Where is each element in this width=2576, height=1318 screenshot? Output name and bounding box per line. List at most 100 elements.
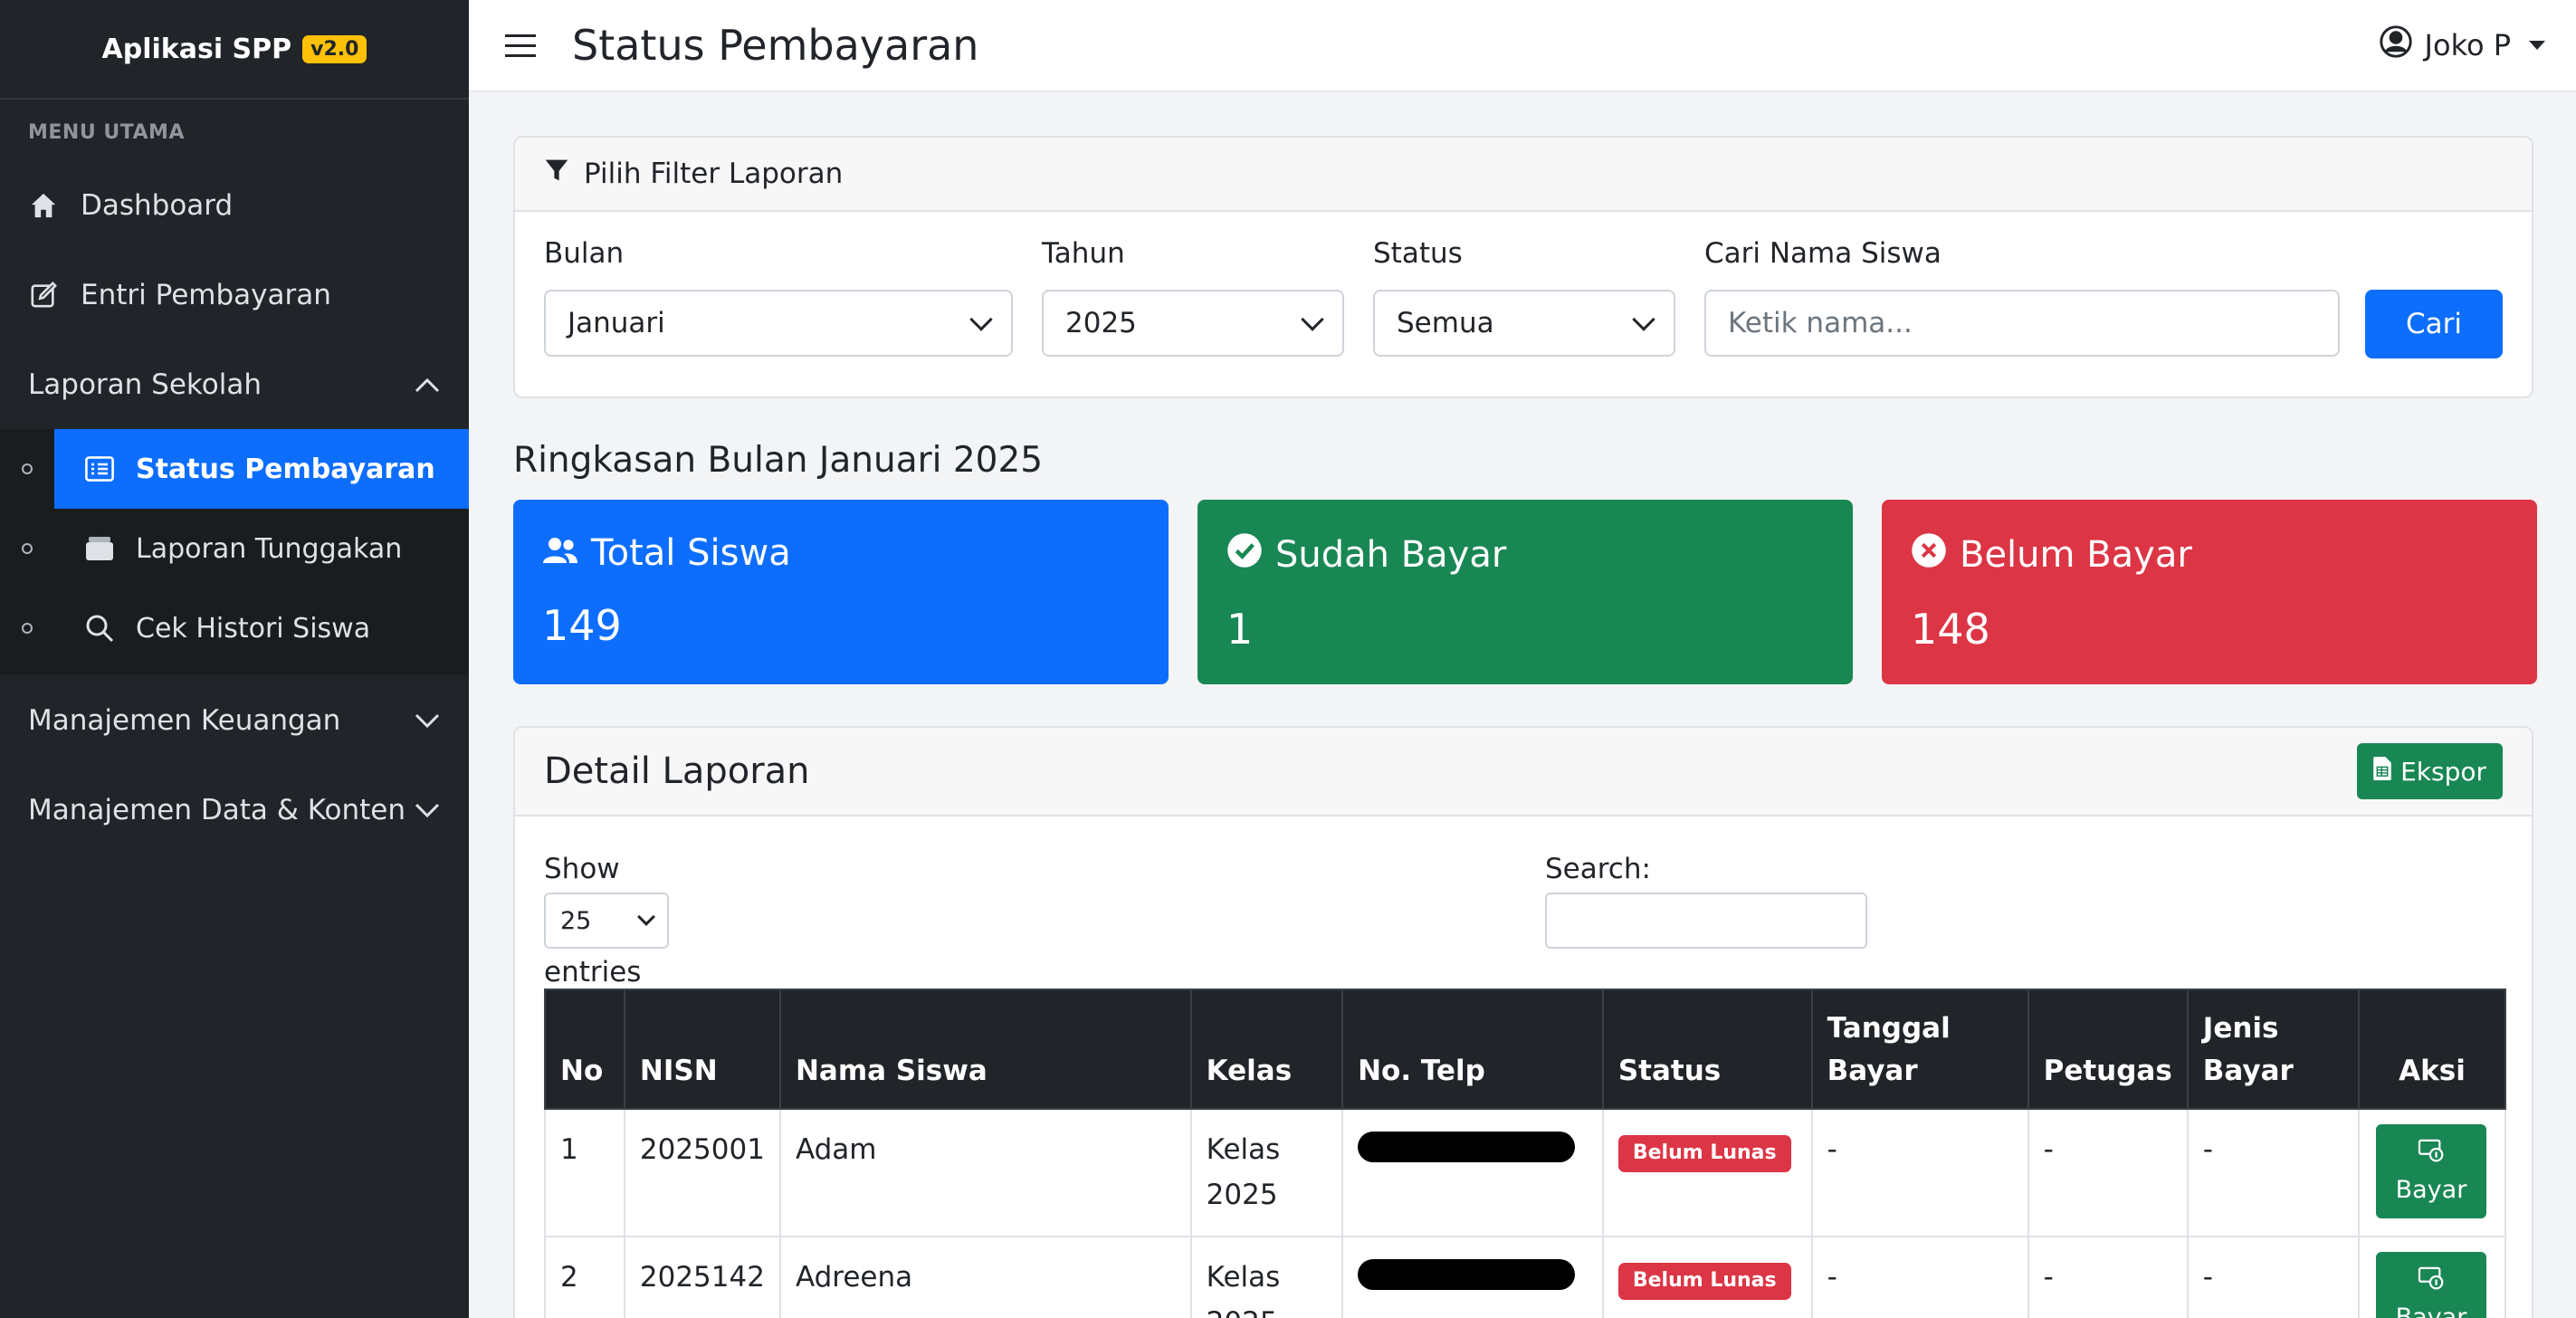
status-select[interactable]: Semua [1373, 290, 1675, 357]
ekspor-button[interactable]: Ekspor [2357, 743, 2503, 799]
version-badge: v2.0 [302, 34, 367, 63]
sidebar-item-label: Entri Pembayaran [81, 278, 331, 311]
edit-icon [28, 280, 59, 310]
column-header[interactable]: Jenis Bayar [2186, 988, 2360, 1110]
status-badge: Belum Lunas [1617, 1135, 1791, 1172]
cell-status: Belum Lunas [1601, 1107, 1813, 1238]
bullet-circle-icon [0, 463, 54, 474]
cell-petugas: - [2027, 1107, 2189, 1238]
column-header[interactable]: Petugas [2027, 988, 2189, 1110]
cari-button[interactable]: Cari [2365, 290, 2503, 358]
cell-aksi: Bayar [2357, 1107, 2507, 1238]
cell-jenis: - [2186, 1107, 2360, 1238]
stat-value: 149 [542, 601, 622, 650]
ekspor-label: Ekspor [2400, 756, 2486, 787]
filter-icon [544, 158, 569, 190]
sidebar-group-manajemen-keuangan[interactable]: Manajemen Keuangan [0, 675, 469, 765]
filter-status: Status Semua [1373, 237, 1675, 357]
column-header[interactable]: Nama Siswa [778, 988, 1192, 1110]
tahun-select[interactable]: 2025 [1042, 290, 1344, 357]
chevron-down-icon [969, 308, 993, 331]
sidebar-item-label: Laporan Tunggakan [136, 532, 403, 565]
search-label: Search: [1545, 853, 1651, 885]
chevron-up-icon [414, 368, 441, 401]
status-label: Status [1373, 237, 1463, 270]
sidebar-item-cek-histori-siswa[interactable]: Cek Histori Siswa [0, 588, 469, 668]
cell-jenis: - [2186, 1236, 2360, 1318]
users-icon [542, 532, 578, 574]
submenu-laporan: Status Pembayaran Laporan Tunggakan Cek … [0, 429, 469, 675]
filter-bulan: Bulan Januari [544, 237, 1013, 357]
caret-down-icon [2529, 41, 2545, 50]
cash-coin-icon [2418, 1139, 2445, 1169]
topbar: Status Pembayaran Joko P [469, 0, 2576, 92]
sidebar-group-label: Manajemen Keuangan [28, 703, 341, 737]
bayar-label: Bayar [2395, 1304, 2467, 1318]
sidebar-item-laporan-tunggakan[interactable]: Laporan Tunggakan [0, 509, 469, 588]
cell-tanggal: - [1810, 1107, 2029, 1238]
table-search-input[interactable] [1545, 893, 1867, 949]
cell-kelas: Kelas 2025 [1189, 1107, 1344, 1238]
detail-card: Detail Laporan Ekspor Show 25 entries Se… [513, 726, 2533, 1318]
cell-nama: Adreena [778, 1236, 1192, 1318]
filter-card-title: Pilih Filter Laporan [584, 158, 844, 190]
bullet-circle-icon [0, 543, 54, 554]
chevron-down-icon [1301, 308, 1324, 331]
brand[interactable]: Aplikasi SPP v2.0 [0, 0, 469, 100]
chevron-down-icon [414, 794, 441, 826]
cell-telp [1341, 1107, 1604, 1238]
table-header-row: No NISN Nama Siswa Kelas No. Telp Status… [544, 988, 2507, 1110]
table-row: 2 2025142 Adreena Kelas 2025 Belum Lunas… [544, 1236, 2507, 1318]
list-card-icon [83, 453, 116, 485]
file-spreadsheet-icon [2373, 756, 2391, 787]
sidebar-item-label: Dashboard [81, 188, 234, 222]
entries-select[interactable]: 25 [544, 893, 669, 949]
summary-title: Ringkasan Bulan Januari 2025 [513, 440, 1044, 481]
entries-value: 25 [560, 906, 592, 935]
check-circle-icon [1226, 532, 1263, 578]
bayar-button[interactable]: Bayar [2375, 1252, 2486, 1318]
cari-nama-input[interactable] [1704, 290, 2340, 357]
status-badge: Belum Lunas [1617, 1263, 1791, 1300]
stat-belum-bayar: Belum Bayar 148 [1882, 500, 2537, 684]
stat-value: 148 [1911, 605, 1990, 654]
hamburger-menu-icon[interactable] [505, 33, 536, 57]
cell-nama: Adam [778, 1107, 1192, 1238]
sidebar-item-status-pembayaran[interactable]: Status Pembayaran [0, 429, 469, 509]
search-icon [83, 612, 116, 645]
detail-title: Detail Laporan [544, 750, 810, 792]
cell-kelas: Kelas 2025 [1189, 1236, 1344, 1318]
column-header[interactable]: Kelas [1189, 988, 1344, 1110]
sidebar-group-label: Manajemen Data & Konten [28, 793, 406, 826]
column-header[interactable]: No [544, 988, 625, 1110]
cari-label: Cari Nama Siswa [1704, 237, 1942, 270]
filter-card: Pilih Filter Laporan Bulan Januari Tahun… [513, 136, 2533, 398]
user-menu[interactable]: Joko P [2379, 25, 2545, 65]
sidebar-group-manajemen-data[interactable]: Manajemen Data & Konten [0, 765, 469, 855]
column-header[interactable]: Tanggal Bayar [1810, 988, 2029, 1110]
home-icon [28, 190, 59, 221]
sidebar-item-label: Cek Histori Siswa [136, 612, 371, 645]
chevron-down-icon [637, 908, 655, 926]
bulan-select[interactable]: Januari [544, 290, 1013, 357]
sidebar-group-laporan-sekolah[interactable]: Laporan Sekolah [0, 339, 469, 429]
bayar-button[interactable]: Bayar [2375, 1124, 2486, 1218]
detail-card-header: Detail Laporan Ekspor [515, 728, 2532, 817]
column-header[interactable]: Status [1601, 988, 1813, 1110]
stat-value: 1 [1226, 605, 1254, 654]
bullet-circle-icon [0, 623, 54, 634]
chevron-down-icon [414, 704, 441, 737]
status-value: Semua [1397, 307, 1494, 339]
stat-label: Total Siswa [591, 532, 791, 574]
user-circle-icon [2379, 25, 2412, 65]
cell-nisn: 2025142 [623, 1236, 781, 1318]
cell-aksi: Bayar [2357, 1236, 2507, 1318]
cash-coin-icon [2418, 1266, 2445, 1296]
sidebar-item-dashboard[interactable]: Dashboard [0, 160, 469, 250]
column-header[interactable]: No. Telp [1341, 988, 1604, 1110]
sidebar-item-entri-pembayaran[interactable]: Entri Pembayaran [0, 250, 469, 339]
column-header[interactable]: Aksi [2357, 988, 2507, 1110]
cell-nisn: 2025001 [623, 1107, 781, 1238]
column-header[interactable]: NISN [623, 988, 781, 1110]
tahun-label: Tahun [1042, 237, 1125, 270]
